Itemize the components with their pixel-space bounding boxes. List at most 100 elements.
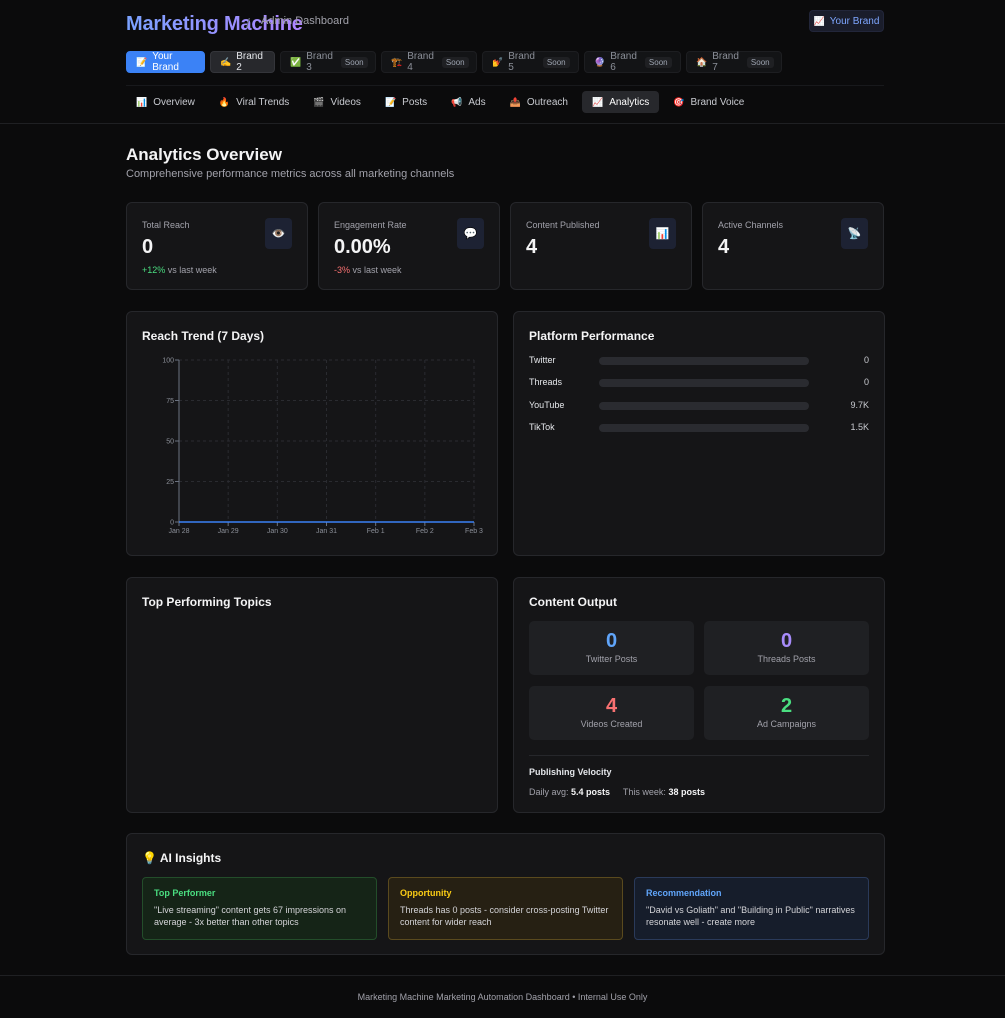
- daily-avg-label: Daily avg:: [529, 787, 569, 797]
- nail-polish-icon: 💅: [492, 56, 504, 67]
- platform-value: 0: [863, 377, 869, 387]
- output-value: 0: [780, 630, 793, 652]
- delta-suffix: vs last week: [350, 265, 402, 275]
- platform-row-threads: Threads 0: [529, 377, 869, 389]
- insight-title: Recommendation: [646, 888, 722, 898]
- output-videos-created: 4 Videos Created: [529, 686, 694, 740]
- insight-text: "Live streaming" content gets 67 impress…: [154, 905, 346, 927]
- platform-name: Threads: [529, 377, 563, 387]
- brand-tab-label: Brand 6: [610, 51, 637, 73]
- soon-badge: Soon: [441, 56, 469, 68]
- delta-suffix: vs last week: [165, 265, 217, 275]
- x-tick-label: Feb 2: [416, 528, 434, 535]
- bar-chart-icon: 📊: [136, 96, 148, 107]
- content-output-card: Content Output 0 Twitter Posts 0 Threads…: [513, 577, 885, 813]
- tab-label: Ads: [468, 96, 486, 108]
- tab-label: Viral Trends: [236, 96, 290, 108]
- y-tick-label: 25: [166, 479, 174, 486]
- tab-outreach[interactable]: 📤 Outreach: [500, 91, 578, 113]
- brand-tab-brand-7[interactable]: 🏠 Brand 7 Soon: [686, 51, 782, 73]
- this-week-label: This week:: [622, 787, 666, 797]
- reach-trend-card: Reach Trend (7 Days) 0 25 50 75 100 Jan 28 Jan…: [126, 311, 498, 556]
- soon-badge: Soon: [340, 56, 368, 68]
- house-icon: 🏠: [696, 56, 708, 67]
- stat-card-total-reach: Total Reach 0 +12% vs last week 👁️: [126, 202, 308, 290]
- platform-bar-track: [599, 402, 809, 410]
- y-tick-label: 0: [170, 520, 174, 527]
- insight-opportunity: Opportunity Threads has 0 posts - consid…: [388, 877, 623, 940]
- brand-tab-label: Brand 2: [236, 51, 263, 73]
- tab-brand-voice[interactable]: 🎯 Brand Voice: [663, 91, 754, 113]
- output-label: Ad Campaigns: [756, 719, 817, 729]
- delta-up-value: +12%: [142, 265, 166, 275]
- tab-viral-trends[interactable]: 🔥 Viral Trends: [209, 91, 299, 113]
- tab-label: Videos: [330, 96, 361, 108]
- footer-text: Marketing Machine Marketing Automation D…: [357, 992, 648, 1002]
- target-icon: 🎯: [673, 96, 685, 107]
- stat-value: 4: [718, 236, 730, 258]
- tab-overview[interactable]: 📊 Overview: [126, 91, 205, 113]
- fire-icon: 🔥: [218, 96, 231, 107]
- insight-recommendation: Recommendation "David vs Goliath" and "B…: [634, 877, 869, 940]
- brand-tab-brand-3[interactable]: ✅ Brand 3 Soon: [280, 51, 376, 73]
- x-tick-label: Jan 28: [168, 528, 189, 535]
- soon-badge: Soon: [746, 56, 774, 68]
- tab-posts[interactable]: 📝 Posts: [375, 91, 437, 113]
- output-label: Threads Posts: [757, 654, 816, 664]
- your-brand-button[interactable]: 📈 Your Brand: [809, 10, 884, 32]
- insight-title: Opportunity: [400, 888, 452, 898]
- header-divider: [126, 85, 884, 86]
- x-tick-label: Feb 1: [367, 528, 385, 535]
- output-value: 4: [605, 695, 618, 717]
- stat-value: 0: [142, 236, 154, 258]
- platform-bar-track: [599, 379, 809, 387]
- top-header: Marketing Machine / Admin Dashboard 📈 Yo…: [0, 0, 1005, 124]
- chart-up-icon: 📈: [591, 96, 604, 107]
- tab-ads[interactable]: 📢 Ads: [441, 91, 495, 113]
- ai-insights-card: 💡 AI Insights Top Performer "Live stream…: [126, 833, 885, 955]
- publishing-velocity-title: Publishing Velocity: [529, 767, 612, 777]
- stat-value: 4: [526, 236, 538, 258]
- platform-name: YouTube: [529, 400, 565, 410]
- stat-delta: -3% vs last week: [334, 265, 402, 275]
- your-brand-button-label: Your Brand: [829, 15, 880, 27]
- brand-tab-brand-5[interactable]: 💅 Brand 5 Soon: [482, 51, 579, 73]
- platform-value: 9.7K: [850, 400, 869, 410]
- page-subtitle: Comprehensive performance metrics across…: [126, 168, 455, 180]
- brand-tab-label: Brand 3: [306, 51, 333, 73]
- ai-insights-heading: 💡 AI Insights: [142, 851, 221, 865]
- stat-label: Active Channels: [718, 220, 784, 230]
- platform-bar-track: [599, 424, 809, 432]
- output-threads-posts: 0 Threads Posts: [704, 621, 869, 675]
- y-tick-label: 75: [166, 398, 174, 405]
- stat-card-content-published: Content Published 4 📊: [510, 202, 692, 290]
- clapper-icon: 🎬: [313, 96, 325, 107]
- speech-bubble-icon: 💬: [457, 218, 484, 249]
- platform-bar-track: [599, 357, 809, 365]
- tab-videos[interactable]: 🎬 Videos: [303, 91, 371, 113]
- brand-tab-brand-2[interactable]: ✍️ Brand 2: [210, 51, 275, 73]
- velocity-divider: [529, 755, 869, 756]
- platform-name: Twitter: [529, 355, 556, 365]
- tab-analytics[interactable]: 📈 Analytics: [581, 91, 660, 113]
- writing-hand-icon: ✍️: [220, 56, 232, 67]
- insight-top-performer: Top Performer "Live streaming" content g…: [142, 877, 377, 940]
- page-title: Analytics Overview: [126, 145, 282, 164]
- brand-tabs: 📝 Your Brand ✍️ Brand 2 ✅ Brand 3 Soon 🏗…: [126, 51, 782, 73]
- top-topics-card: Top Performing Topics: [126, 577, 498, 813]
- insight-text: "David vs Goliath" and "Building in Publ…: [646, 905, 855, 927]
- lightbulb-icon: 💡: [142, 851, 157, 865]
- brand-tab-brand-4[interactable]: 🏗️ Brand 4 Soon: [381, 51, 477, 73]
- tab-label: Outreach: [526, 96, 568, 108]
- x-tick-label: Jan 29: [218, 528, 239, 535]
- stat-label: Total Reach: [142, 220, 190, 230]
- brand-tab-brand-6[interactable]: 🔮 Brand 6 Soon: [584, 51, 681, 73]
- soon-badge: Soon: [644, 56, 672, 68]
- chart-up-icon: 📈: [813, 15, 825, 26]
- insight-text: Threads has 0 posts - consider cross-pos…: [400, 905, 609, 927]
- platform-performance-title: Platform Performance: [529, 329, 655, 343]
- tab-label: Overview: [153, 96, 195, 108]
- output-label: Videos Created: [580, 719, 643, 729]
- memo-icon: 📝: [384, 96, 397, 107]
- brand-tab-your-brand[interactable]: 📝 Your Brand: [126, 51, 205, 73]
